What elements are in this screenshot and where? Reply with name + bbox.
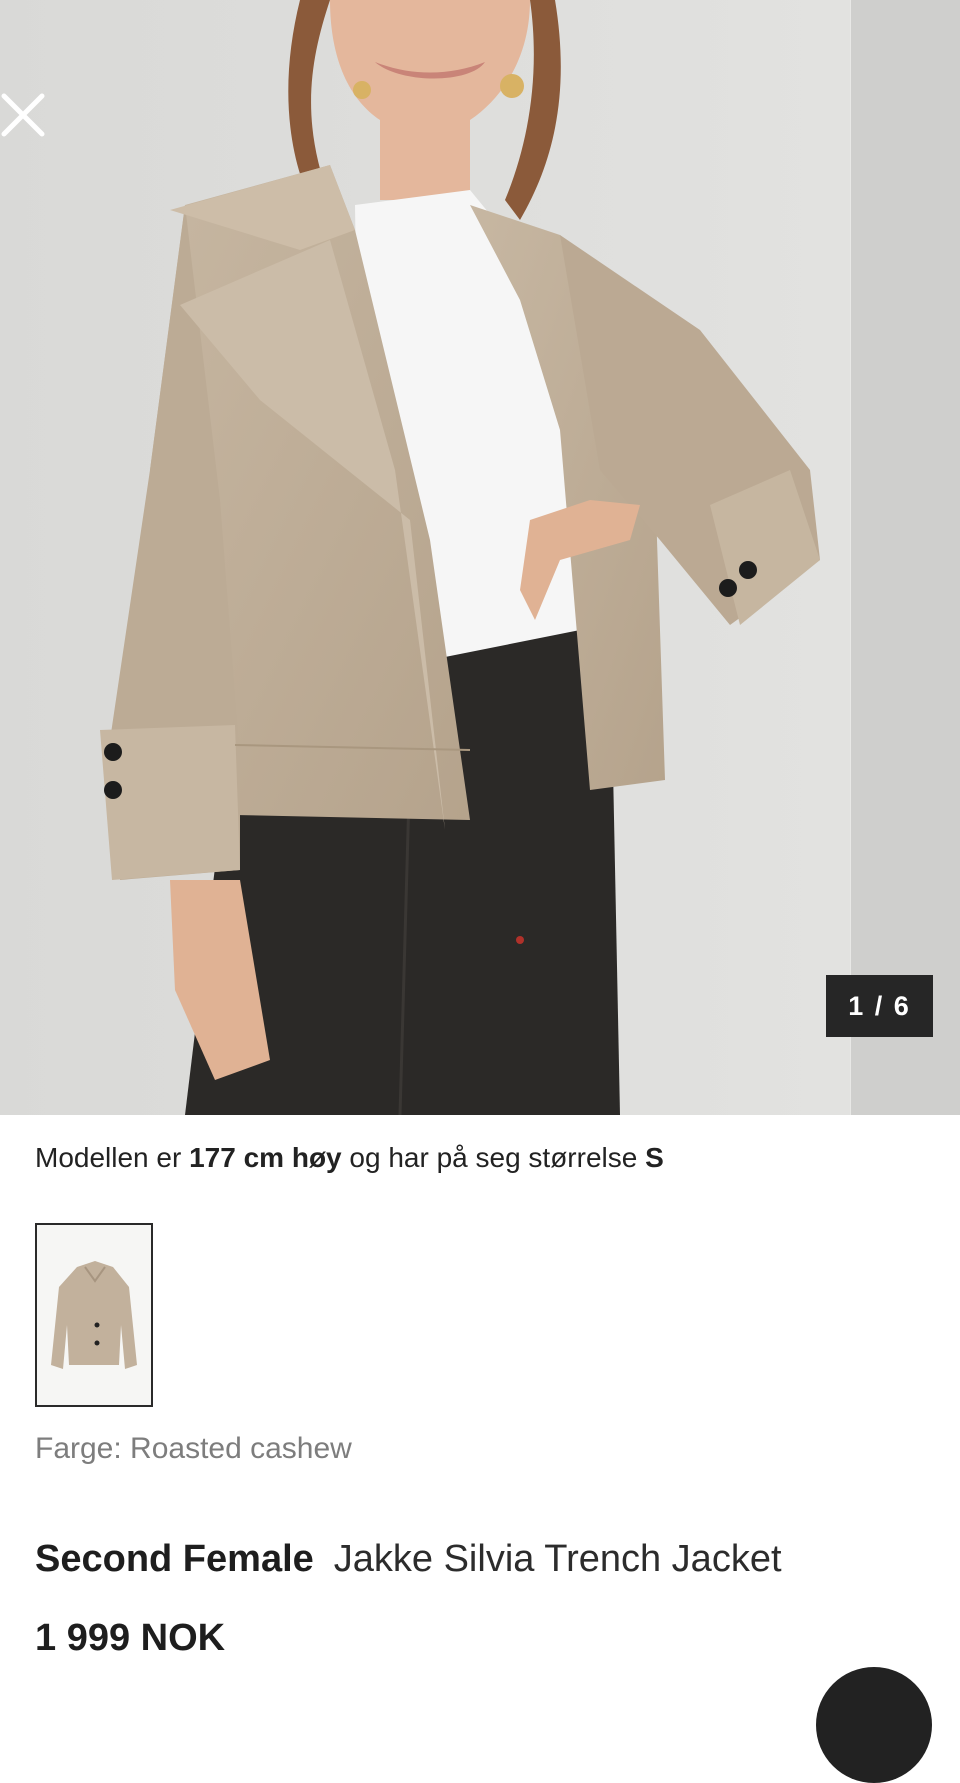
brand-name[interactable]: Second Female [35, 1538, 314, 1580]
product-image-gallery[interactable]: 1 / 6 [0, 0, 960, 1115]
close-button[interactable] [0, 92, 46, 138]
jacket-thumbnail-image [37, 1225, 151, 1405]
next-image-peek[interactable] [850, 0, 960, 1115]
product-name: Jakke Silvia Trench Jacket [333, 1538, 782, 1580]
image-counter: 1 / 6 [826, 975, 933, 1037]
model-info-middle: og har på seg størrelse [341, 1142, 646, 1173]
color-label: Farge: Roasted cashew [35, 1432, 352, 1465]
color-swatch-thumbnail[interactable] [35, 1223, 153, 1407]
model-height: 177 cm høy [189, 1142, 342, 1173]
product-price: 1 999 NOK [35, 1617, 226, 1659]
model-info: Modellen er 177 cm høy og har på seg stø… [35, 1142, 664, 1174]
add-to-bag-button[interactable] [816, 1667, 932, 1783]
product-title: Second Female Jakke Silvia Trench Jacket [35, 1538, 782, 1581]
model-size: S [645, 1142, 664, 1173]
model-info-prefix: Modellen er [35, 1142, 190, 1173]
product-photo [0, 0, 850, 1115]
close-icon [1, 93, 45, 137]
